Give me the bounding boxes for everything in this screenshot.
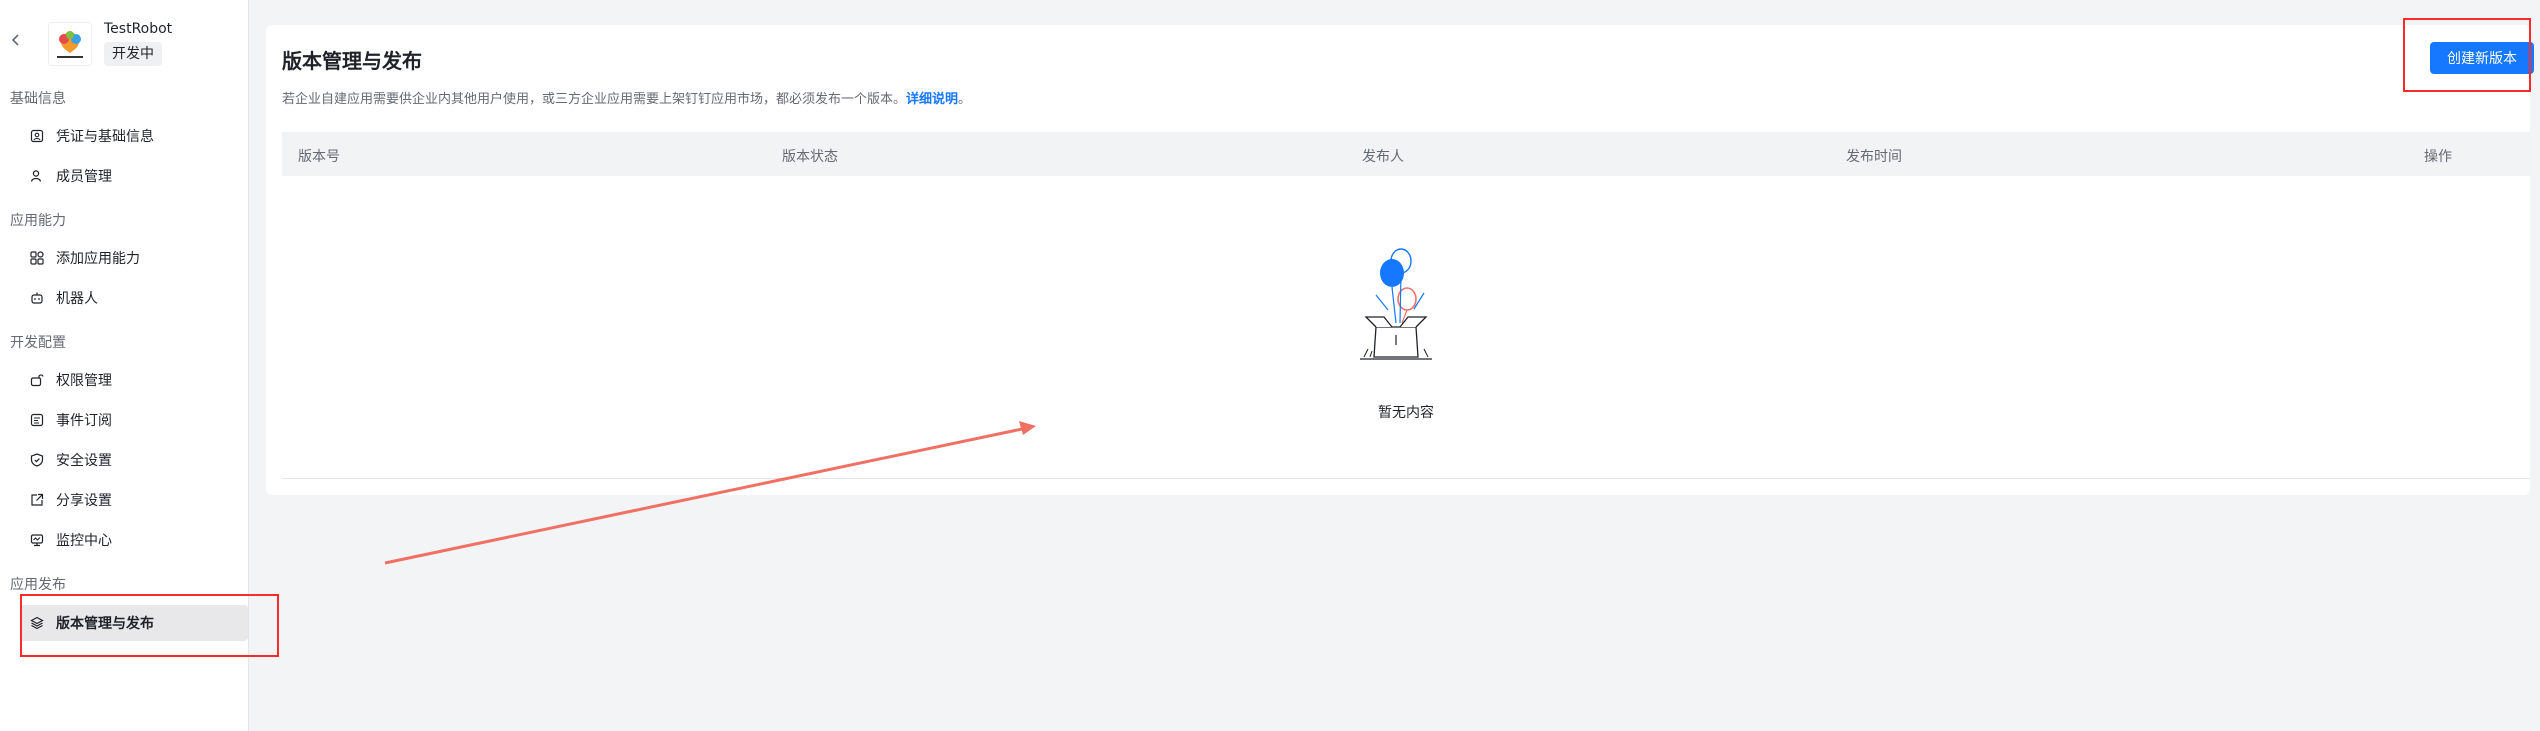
empty-state-illustration — [1346, 245, 1474, 379]
description-tail: 。 — [958, 92, 972, 107]
column-header-actions: 操作 — [2424, 149, 2452, 165]
section-title-dev-config: 开发配置 — [10, 335, 66, 351]
annotation-box-create-button — [2403, 18, 2531, 92]
section-title-publish: 应用发布 — [10, 577, 66, 593]
empty-state-text: 暂无内容 — [1378, 405, 1434, 421]
sidebar-item-monitor[interactable]: 监控中心 — [20, 522, 248, 558]
sidebar-item-label: 凭证与基础信息 — [56, 129, 154, 145]
sidebar-item-label: 事件订阅 — [56, 413, 112, 429]
sidebar-item-share-settings[interactable]: 分享设置 — [20, 482, 248, 518]
sidebar-item-security[interactable]: 安全设置 — [20, 442, 248, 478]
sidebar-item-label: 安全设置 — [56, 453, 112, 469]
back-arrow-icon[interactable] — [8, 32, 24, 48]
column-header-status: 版本状态 — [782, 149, 838, 165]
top-strip — [249, 0, 2540, 8]
column-header-version: 版本号 — [298, 149, 340, 165]
app-header: TestRobot 开发中 — [0, 0, 248, 72]
sidebar-item-label: 成员管理 — [56, 169, 112, 185]
sidebar-item-label: 监控中心 — [56, 533, 112, 549]
shield-icon — [30, 453, 44, 467]
app-status-badge: 开发中 — [104, 42, 162, 66]
column-header-publisher: 发布人 — [1362, 149, 1404, 165]
column-header-publish-time: 发布时间 — [1846, 149, 1902, 165]
share-icon — [30, 493, 44, 507]
table-divider — [282, 478, 2530, 479]
member-icon — [30, 169, 44, 183]
apps-icon — [30, 251, 44, 265]
app-logo — [48, 22, 92, 66]
sidebar-item-members[interactable]: 成员管理 — [20, 158, 248, 194]
details-link[interactable]: 详细说明 — [906, 92, 958, 107]
version-management-card: 版本管理与发布 若企业自建应用需要供企业内其他用户使用，或三方企业应用需要上架钉… — [266, 25, 2534, 495]
section-title-basic: 基础信息 — [10, 91, 66, 107]
page-title: 版本管理与发布 — [282, 49, 422, 73]
sidebar-item-label: 权限管理 — [56, 373, 112, 389]
permission-icon — [30, 373, 44, 387]
sidebar-item-permissions[interactable]: 权限管理 — [20, 362, 248, 398]
sidebar-item-event-subscription[interactable]: 事件订阅 — [20, 402, 248, 438]
sidebar-item-robot[interactable]: 机器人 — [20, 280, 248, 316]
version-table-header: 版本号 版本状态 发布人 发布时间 操作 — [282, 132, 2530, 176]
sidebar-item-label: 分享设置 — [56, 493, 112, 509]
description-text: 若企业自建应用需要供企业内其他用户使用，或三方企业应用需要上架钉钉应用市场，都必… — [282, 92, 907, 107]
sidebar-item-label: 添加应用能力 — [56, 251, 140, 267]
page-description: 若企业自建应用需要供企业内其他用户使用，或三方企业应用需要上架钉钉应用市场，都必… — [282, 88, 971, 107]
annotation-box-sidebar — [20, 594, 279, 657]
app-name: TestRobot — [104, 21, 173, 37]
sidebar-item-credentials[interactable]: 凭证与基础信息 — [20, 118, 248, 154]
credential-icon — [30, 129, 44, 143]
sidebar-item-add-capability[interactable]: 添加应用能力 — [20, 240, 248, 276]
robot-icon — [30, 291, 44, 305]
section-title-capabilities: 应用能力 — [10, 213, 66, 229]
event-icon — [30, 413, 44, 427]
monitor-icon — [30, 533, 44, 547]
sidebar-item-label: 机器人 — [56, 291, 98, 307]
